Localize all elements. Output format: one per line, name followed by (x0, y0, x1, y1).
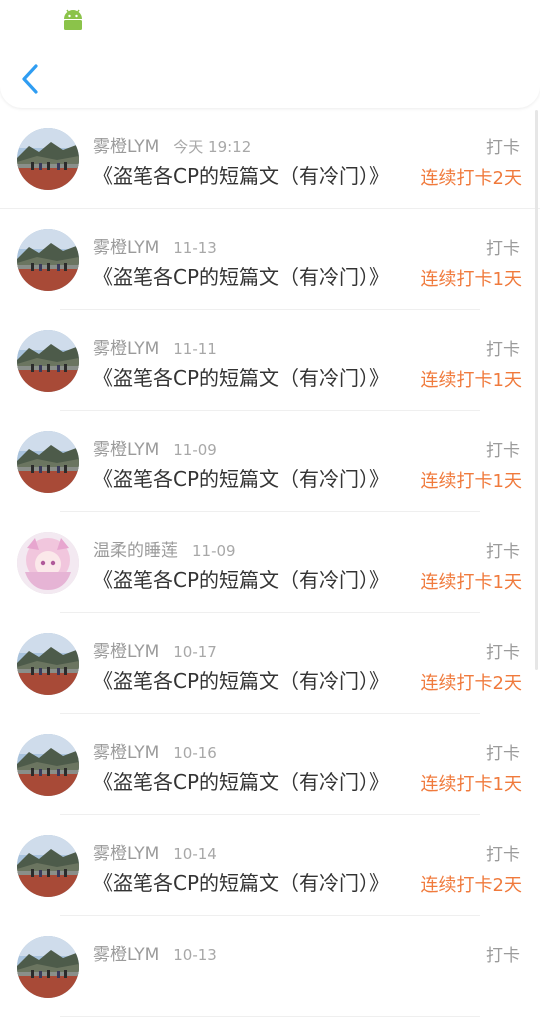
list-item[interactable]: 雾橙LYM 11-09 《盗笔各CP的短篇文（有冷门）》 打卡连续打卡1天 (0, 411, 540, 512)
avatar[interactable] (17, 330, 79, 392)
checkin-label: 打卡 (486, 643, 520, 663)
timestamp: 10-14 (173, 845, 217, 863)
list-item[interactable]: 雾橙LYM 10-16 《盗笔各CP的短篇文（有冷门）》 打卡连续打卡1天 (0, 714, 540, 815)
timestamp: 今天 19:12 (173, 138, 252, 156)
list-item[interactable]: 温柔的睡莲 11-09 《盗笔各CP的短篇文（有冷门）》 打卡连续打卡1天 (0, 512, 540, 613)
username-text[interactable]: 雾橙LYM (93, 743, 159, 763)
timestamp: 10-13 (173, 946, 217, 964)
username[interactable]: 雾橙LYM 11-09 (93, 435, 217, 460)
android-icon (64, 9, 82, 30)
username[interactable]: 雾橙LYM 10-13 (93, 940, 217, 965)
timestamp: 11-09 (173, 441, 217, 459)
username-text[interactable]: 雾橙LYM (93, 844, 159, 864)
avatar[interactable] (17, 734, 79, 796)
list-item[interactable]: 雾橙LYM 11-11 《盗笔各CP的短篇文（有冷门）》 打卡连续打卡1天 (0, 310, 540, 411)
streak-badge: 连续打卡2天 (420, 168, 522, 189)
timestamp: 11-13 (173, 239, 217, 257)
username-text[interactable]: 雾橙LYM (93, 440, 159, 460)
username-text[interactable]: 雾橙LYM (93, 642, 159, 662)
book-title[interactable]: 《盗笔各CP的短篇文（有冷门）》 (93, 867, 389, 896)
username[interactable]: 雾橙LYM 11-11 (93, 334, 217, 359)
username-text[interactable]: 雾橙LYM (93, 137, 159, 157)
list-item[interactable]: 雾橙LYM 10-13 打卡 (0, 916, 540, 1017)
username-text[interactable]: 雾橙LYM (93, 339, 159, 359)
checkin-label: 打卡 (486, 340, 520, 360)
streak-badge: 连续打卡1天 (420, 471, 522, 492)
book-title[interactable]: 《盗笔各CP的短篇文（有冷门）》 (93, 665, 389, 694)
username[interactable]: 雾橙LYM 10-17 (93, 637, 217, 662)
checkin-label: 打卡 (486, 441, 520, 461)
scrollbar[interactable] (535, 110, 538, 670)
checkin-label: 打卡 (486, 542, 520, 562)
username[interactable]: 雾橙LYM 今天 19:12 (93, 132, 251, 157)
list-item[interactable]: 雾橙LYM 10-17 《盗笔各CP的短篇文（有冷门）》 打卡连续打卡2天 (0, 613, 540, 714)
avatar[interactable] (17, 128, 79, 190)
book-title[interactable]: 《盗笔各CP的短篇文（有冷门）》 (93, 564, 389, 593)
streak-badge: 连续打卡2天 (420, 673, 522, 694)
checkin-label: 打卡 (486, 946, 520, 966)
streak-badge: 连续打卡1天 (420, 774, 522, 795)
back-button[interactable] (18, 62, 44, 96)
avatar[interactable] (17, 936, 79, 998)
book-title[interactable]: 《盗笔各CP的短篇文（有冷门）》 (93, 160, 389, 189)
avatar[interactable] (17, 431, 79, 493)
streak-badge: 连续打卡1天 (420, 370, 522, 391)
list-item[interactable]: 雾橙LYM 11-13 《盗笔各CP的短篇文（有冷门）》 打卡连续打卡1天 (0, 209, 540, 310)
username[interactable]: 温柔的睡莲 11-09 (93, 536, 236, 561)
username[interactable]: 雾橙LYM 11-13 (93, 233, 217, 258)
timestamp: 11-11 (173, 340, 217, 358)
username-text[interactable]: 温柔的睡莲 (93, 541, 178, 561)
streak-badge: 连续打卡1天 (420, 572, 522, 593)
book-title[interactable]: 《盗笔各CP的短篇文（有冷门）》 (93, 362, 389, 391)
avatar[interactable] (17, 835, 79, 897)
username-text[interactable]: 雾橙LYM (93, 945, 159, 965)
book-title[interactable]: 《盗笔各CP的短篇文（有冷门）》 (93, 766, 389, 795)
avatar[interactable] (17, 532, 79, 594)
book-title[interactable]: 《盗笔各CP的短篇文（有冷门）》 (93, 261, 389, 290)
checkin-label: 打卡 (486, 239, 520, 259)
streak-badge: 连续打卡2天 (420, 875, 522, 896)
app-header (0, 0, 540, 108)
checkin-list: 雾橙LYM 今天 19:12 《盗笔各CP的短篇文（有冷门）》 打卡 连续打卡2天 雾橙L… (0, 108, 540, 1017)
timestamp: 10-17 (173, 643, 217, 661)
timestamp: 11-09 (192, 542, 236, 560)
list-item[interactable]: 雾橙LYM 今天 19:12 《盗笔各CP的短篇文（有冷门）》 打卡连续打卡2天 (0, 108, 540, 209)
checkin-label: 打卡 (486, 744, 520, 764)
username[interactable]: 雾橙LYM 10-14 (93, 839, 217, 864)
avatar[interactable] (17, 633, 79, 695)
timestamp: 10-16 (173, 744, 217, 762)
streak-badge: 连续打卡1天 (420, 269, 522, 290)
avatar[interactable] (17, 229, 79, 291)
username-text[interactable]: 雾橙LYM (93, 238, 159, 258)
checkin-label: 打卡 (486, 845, 520, 865)
username[interactable]: 雾橙LYM 10-16 (93, 738, 217, 763)
list-item[interactable]: 雾橙LYM 10-14 《盗笔各CP的短篇文（有冷门）》 打卡连续打卡2天 (0, 815, 540, 916)
checkin-label: 打卡 (486, 138, 520, 158)
book-title[interactable]: 《盗笔各CP的短篇文（有冷门）》 (93, 463, 389, 492)
